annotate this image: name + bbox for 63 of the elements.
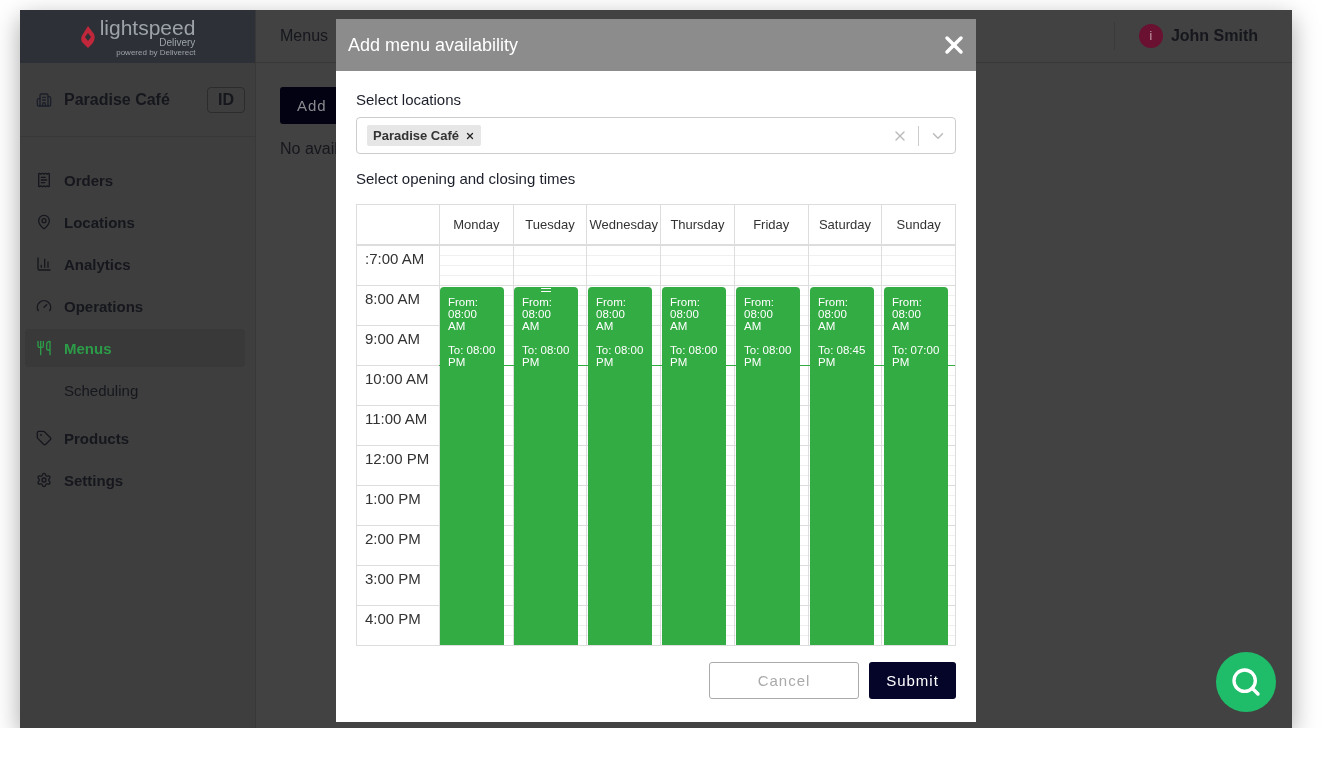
event-to: To: 08:00 PM [522, 344, 570, 368]
time-label: 10:00 AM [357, 366, 439, 406]
locations-label: Select locations [356, 91, 463, 108]
event-to: To: 08:00 PM [448, 344, 496, 368]
event-to: To: 07:00 PM [892, 344, 940, 368]
locations-select[interactable]: Paradise Café [356, 117, 956, 154]
event-from: From: 08:00 AM [596, 296, 628, 332]
modal-title: Add menu availability [348, 34, 519, 56]
day-header: Sunday [881, 205, 955, 244]
time-label: 1:00 PM [357, 486, 439, 526]
event-from: From: 08:00 AM [670, 296, 702, 332]
chip-label: Paradise Café [373, 128, 459, 143]
search-icon [1230, 666, 1262, 698]
building-icon [36, 91, 52, 108]
nav-icon [36, 430, 52, 446]
availability-block[interactable]: From: 08:00 AM To: 08:00 PM [514, 287, 578, 645]
event-from: From: 08:00 AM [448, 296, 480, 332]
brand-name: lightspeed [99, 16, 196, 38]
nav-icon [36, 472, 52, 488]
time-label: 2:00 PM [357, 526, 439, 566]
drag-handle-icon[interactable] [541, 288, 551, 292]
times-label: Select opening and closing times [356, 170, 577, 187]
nav-icon [36, 298, 52, 314]
search-button[interactable] [1216, 652, 1276, 712]
time-label: 8:00 AM [357, 286, 439, 326]
event-from: From: 08:00 AM [818, 296, 850, 332]
time-label: 12:00 PM [357, 446, 439, 486]
day-header: Thursday [660, 205, 734, 244]
flame-icon [79, 25, 96, 48]
nav-item[interactable]: Menus [25, 329, 245, 367]
availability-block[interactable]: From: 08:00 AM To: 08:45 PM [810, 287, 874, 645]
user-avatar[interactable]: i [1138, 24, 1163, 48]
nav-icon [36, 256, 52, 272]
brand-tagline: powered by Deliverect [116, 48, 196, 57]
availability-block[interactable]: From: 08:00 AM To: 08:00 PM [440, 287, 504, 645]
day-header: Wednesday [586, 205, 661, 244]
time-label: 11:00 AM [357, 406, 439, 446]
event-from: From: 08:00 AM [892, 296, 924, 332]
nav-icon [36, 172, 52, 188]
event-from: From: 08:00 AM [744, 296, 776, 332]
time-label: :7:00 AM [357, 246, 439, 286]
brand-product: Delivery [159, 37, 196, 48]
time-label: 3:00 PM [357, 566, 439, 606]
time-label: 4:00 PM [357, 606, 439, 645]
nav-icon [36, 340, 52, 356]
time-label: 9:00 AM [357, 326, 439, 366]
event-to: To: 08:00 PM [596, 344, 644, 368]
availability-block[interactable]: From: 08:00 AM To: 08:00 PM [588, 287, 652, 645]
event-to: To: 08:00 PM [670, 344, 718, 368]
day-header: Friday [733, 205, 808, 244]
remove-icon[interactable] [465, 130, 475, 141]
cancel-button[interactable]: Cancel [709, 662, 859, 699]
submit-button[interactable]: Submit [869, 662, 956, 699]
day-header: Tuesday [512, 205, 587, 244]
event-from: From: 08:00 AM [522, 296, 554, 332]
availability-block[interactable]: From: 08:00 AM To: 07:00 PM [884, 287, 948, 645]
availability-block[interactable]: From: 08:00 AM To: 08:00 PM [736, 287, 800, 645]
event-to: To: 08:45 PM [818, 344, 866, 368]
nav-icon [36, 214, 52, 230]
day-header: Saturday [807, 205, 882, 244]
event-to: To: 08:00 PM [744, 344, 792, 368]
availability-block[interactable]: From: 08:00 AM To: 08:00 PM [662, 287, 726, 645]
day-header: Monday [439, 205, 513, 244]
